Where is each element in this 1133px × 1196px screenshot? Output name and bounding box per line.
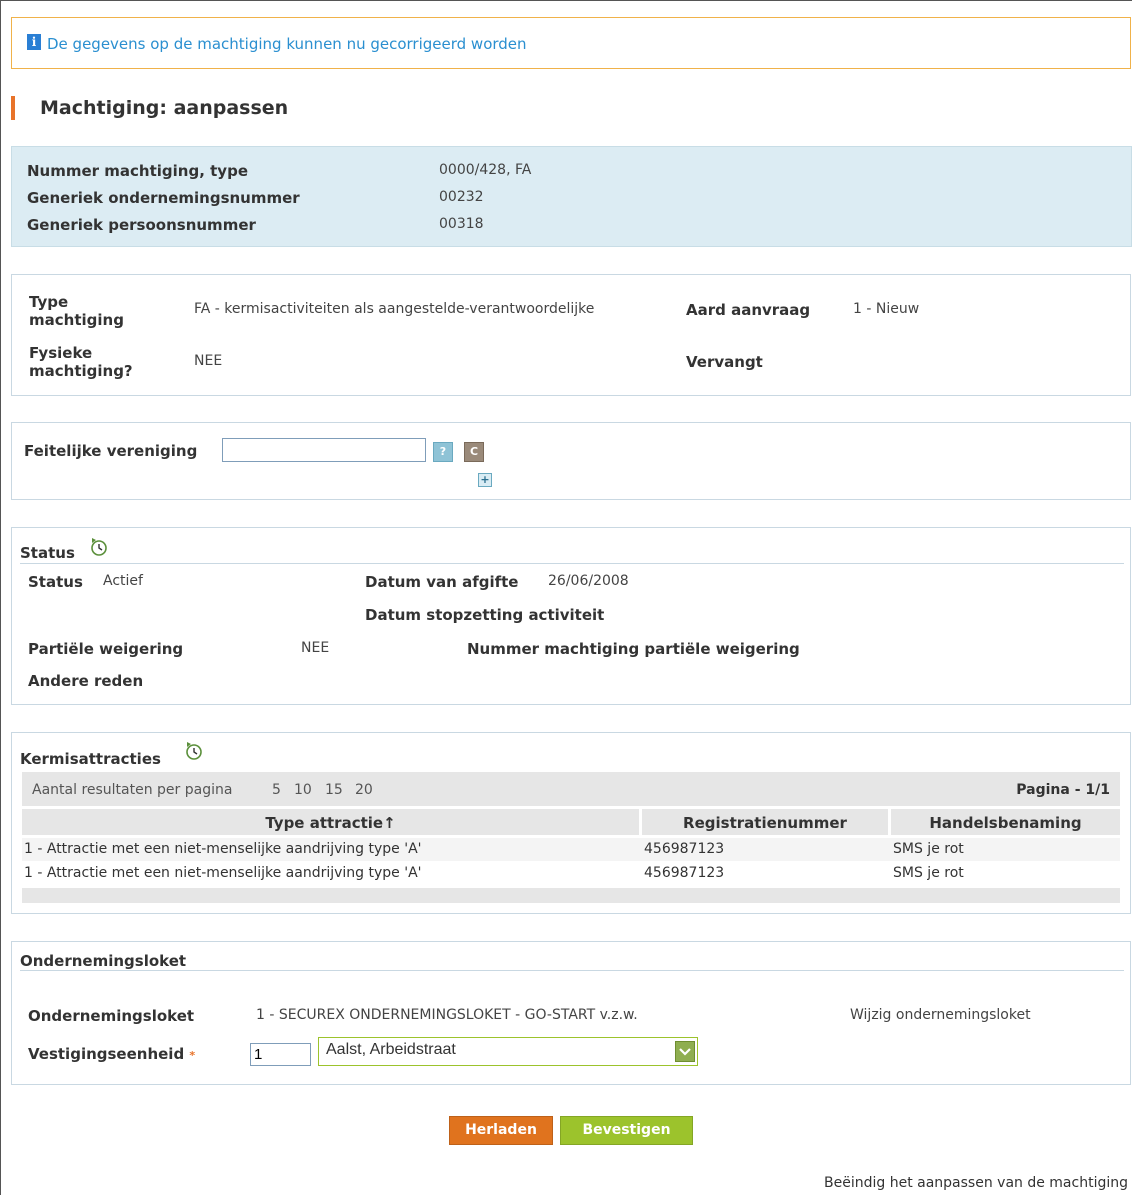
vestiging-code-input[interactable] xyxy=(250,1043,311,1066)
aard-aanvraag-value: 1 - Nieuw xyxy=(853,301,920,317)
per-page-option-15[interactable]: 15 xyxy=(325,782,343,798)
loket-section-title: Ondernemingsloket xyxy=(20,952,187,970)
status-section-title: Status xyxy=(20,544,75,562)
herladen-button[interactable]: Herladen xyxy=(449,1116,553,1145)
history-icon[interactable] xyxy=(89,537,109,557)
table-row[interactable]: 1 - Attractie met een niet-menselijke aa… xyxy=(22,863,1120,886)
table-toolbar: Aantal resultaten per pagina 5 10 15 20 … xyxy=(22,772,1120,806)
bevestigen-button[interactable]: Bevestigen xyxy=(560,1116,693,1145)
cell-registratie: 456987123 xyxy=(644,865,725,881)
partiele-weigering-label: Partiële weigering xyxy=(28,640,184,658)
id-label-ondernemingsnummer: Generiek ondernemingsnummer xyxy=(27,189,300,207)
status-panel: Status Status Actief Datum van afgifte 2… xyxy=(11,527,1131,705)
type-machtiging-label: Type machtiging xyxy=(29,293,124,329)
cell-registratie: 456987123 xyxy=(644,841,725,857)
fysieke-machtiging-label: Fysieke machtiging? xyxy=(29,344,133,380)
fysieke-machtiging-value: NEE xyxy=(194,353,223,369)
vereniging-panel: Feitelijke vereniging ? C + xyxy=(11,422,1131,500)
per-page-option-20[interactable]: 20 xyxy=(355,782,373,798)
kermis-panel: Kermisattracties Aantal resultaten per p… xyxy=(11,732,1131,914)
status-value: Actief xyxy=(103,573,143,589)
info-icon: i xyxy=(27,34,41,50)
vestiging-label-text: Vestigingseenheid xyxy=(28,1045,185,1063)
type-machtiging-value: FA - kermisactiviteiten als aangestelde-… xyxy=(194,301,595,317)
vervangt-label: Vervangt xyxy=(686,353,763,371)
required-mark: * xyxy=(189,1049,196,1062)
page-title: Machtiging: aanpassen xyxy=(40,97,289,119)
per-page-label: Aantal resultaten per pagina xyxy=(32,782,233,798)
datum-afgifte-value: 26/06/2008 xyxy=(548,573,629,589)
clear-button[interactable]: C xyxy=(464,442,484,462)
vereniging-input[interactable] xyxy=(222,438,426,462)
loket-label: Ondernemingsloket xyxy=(28,1007,195,1025)
type-panel: Type machtiging FA - kermisactiviteiten … xyxy=(11,274,1131,396)
id-label-nummer: Nummer machtiging, type xyxy=(27,162,248,180)
vestiging-select-value: Aalst, Arbeidstraat xyxy=(326,1041,456,1058)
id-value-nummer: 0000/428, FA xyxy=(439,162,532,178)
cell-type: 1 - Attractie met een niet-menselijke aa… xyxy=(24,841,422,857)
table-footer xyxy=(22,888,1120,903)
title-accent xyxy=(11,96,15,120)
id-summary: Nummer machtiging, type 0000/428, FA Gen… xyxy=(11,146,1132,247)
column-header-type[interactable]: Type attractie↑ xyxy=(22,814,639,832)
beeindig-link[interactable]: Beëindig het aanpassen van de machtiging xyxy=(824,1175,1128,1191)
info-banner: i De gegevens op de machtiging kunnen nu… xyxy=(11,17,1131,69)
vestiging-select[interactable]: Aalst, Arbeidstraat xyxy=(318,1037,698,1066)
table-header: Type attractie↑ Registratienummer Handel… xyxy=(22,809,1120,835)
aard-aanvraag-label: Aard aanvraag xyxy=(686,301,811,319)
vestiging-label: Vestigingseenheid * xyxy=(28,1045,195,1065)
per-page-option-10[interactable]: 10 xyxy=(294,782,312,798)
status-label: Status xyxy=(28,573,83,591)
nummer-partiele-label: Nummer machtiging partiële weigering xyxy=(467,640,800,658)
info-message: De gegevens op de machtiging kunnen nu g… xyxy=(47,35,527,53)
cell-handelsbenaming: SMS je rot xyxy=(893,841,964,857)
column-header-registratie: Registratienummer xyxy=(683,814,847,832)
andere-reden-label: Andere reden xyxy=(28,672,144,690)
datum-afgifte-label: Datum van afgifte xyxy=(365,573,519,591)
chevron-down-icon[interactable] xyxy=(675,1041,695,1062)
datum-stopzetting-label: Datum stopzetting activiteit xyxy=(365,606,605,624)
table-row[interactable]: 1 - Attractie met een niet-menselijke aa… xyxy=(22,838,1120,861)
column-header-handelsbenaming: Handelsbenaming xyxy=(929,814,1082,832)
loket-value: 1 - SECUREX ONDERNEMINGSLOKET - GO-START… xyxy=(256,1007,638,1023)
loket-divider xyxy=(20,970,1124,971)
id-value-persoonsnummer: 00318 xyxy=(439,216,484,232)
kermis-section-title: Kermisattracties xyxy=(20,750,161,768)
status-divider xyxy=(20,563,1124,564)
wijzig-loket-link[interactable]: Wijzig ondernemingsloket xyxy=(850,1007,1031,1023)
cell-type: 1 - Attractie met een niet-menselijke aa… xyxy=(24,865,422,881)
add-vereniging-button[interactable]: + xyxy=(478,473,492,487)
pagination-label: Pagina - 1/1 xyxy=(1016,782,1110,798)
partiele-weigering-value: NEE xyxy=(301,640,330,656)
vereniging-label: Feitelijke vereniging xyxy=(24,442,198,460)
per-page-option-5[interactable]: 5 xyxy=(272,782,281,798)
cell-handelsbenaming: SMS je rot xyxy=(893,865,964,881)
id-value-ondernemingsnummer: 00232 xyxy=(439,189,484,205)
id-label-persoonsnummer: Generiek persoonsnummer xyxy=(27,216,256,234)
history-icon[interactable] xyxy=(184,741,204,761)
loket-panel: Ondernemingsloket Ondernemingsloket 1 - … xyxy=(11,941,1131,1085)
help-button[interactable]: ? xyxy=(433,442,453,462)
